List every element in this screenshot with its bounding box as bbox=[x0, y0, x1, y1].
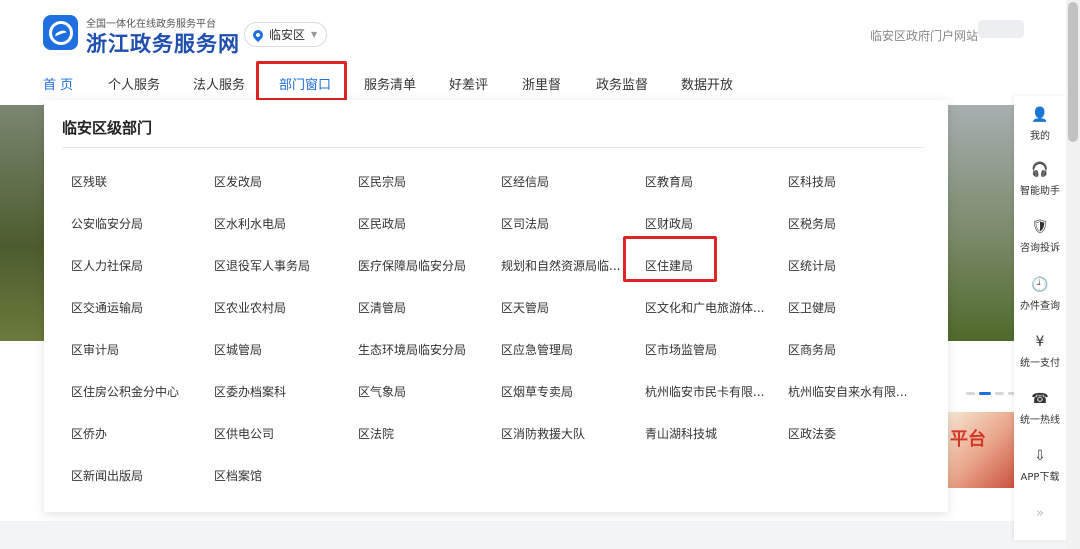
phone-icon: ☎ bbox=[1031, 391, 1049, 407]
dept-link[interactable]: 区供电公司 bbox=[214, 425, 334, 442]
toolbar-item[interactable]: ¥ 统一支付 bbox=[1014, 333, 1066, 369]
divider bbox=[62, 147, 924, 148]
dept-link[interactable]: 杭州临安自来水有限... bbox=[788, 383, 908, 400]
toolbar-item[interactable]: 👤 我的 bbox=[1014, 106, 1066, 142]
scroll-thumb[interactable] bbox=[1068, 2, 1078, 142]
toolbar-item-label: 我的 bbox=[1030, 131, 1050, 142]
download-icon: ⇩ bbox=[1034, 448, 1046, 464]
dept-link[interactable]: 区司法局 bbox=[501, 215, 621, 232]
dept-link[interactable]: 区天管局 bbox=[501, 299, 621, 316]
carousel-dot-active[interactable] bbox=[979, 392, 991, 395]
nav-gov-supervision[interactable]: 政务监督 bbox=[596, 74, 648, 93]
main-nav: 首 页 个人服务 法人服务 部门窗口 服务清单 好差评 浙里督 政务监督 数据开… bbox=[0, 74, 1066, 94]
promo-banner-text: 平台 bbox=[950, 429, 986, 450]
toolbar-item-label: APP下载 bbox=[1020, 472, 1060, 483]
dept-link[interactable]: 区侨办 bbox=[71, 425, 191, 442]
dept-link[interactable]: 区农业农村局 bbox=[214, 299, 334, 316]
dept-link[interactable]: 区财政局 bbox=[645, 215, 765, 232]
dept-link[interactable]: 区政法委 bbox=[788, 425, 908, 442]
dept-link[interactable]: 区统计局 bbox=[788, 257, 908, 274]
portal-link[interactable]: 临安区政府门户网站 bbox=[870, 27, 978, 44]
nav-legal-service[interactable]: 法人服务 bbox=[193, 74, 245, 93]
toolbar-item[interactable]: 🛡 咨询投诉 bbox=[1014, 218, 1066, 254]
panel-title: 临安区级部门 bbox=[62, 119, 153, 137]
dept-dropdown-panel: 临安区级部门 区残联 区发改局 区民宗局 区经信局 区教育局 区科技局公安临安分局 区水利水… bbox=[44, 100, 948, 512]
location-pin-icon bbox=[250, 27, 266, 42]
dept-link[interactable]: 区市场监管局 bbox=[645, 341, 765, 358]
highlight-box-nav bbox=[256, 61, 347, 101]
toolbar-item-label: 咨询投诉 bbox=[1020, 243, 1060, 254]
carousel-dots[interactable] bbox=[966, 392, 1017, 395]
clock-icon: 🕘 bbox=[1031, 277, 1049, 293]
site-logo-icon[interactable] bbox=[43, 15, 78, 50]
toolbar-item-label: 统一支付 bbox=[1020, 358, 1060, 369]
dept-link[interactable]: 区发改局 bbox=[214, 173, 334, 190]
dept-link[interactable]: 医疗保障局临安分局 bbox=[358, 257, 478, 274]
right-toolbar: 👤 我的 🎧 智能助手 🛡 咨询投诉 🕘 办件查询 ¥ 统一支付 ☎ 统一热线 ⇩ APP下载 » bbox=[1014, 96, 1066, 540]
toolbar-item[interactable]: 🕘 办件查询 bbox=[1014, 276, 1066, 312]
headset-icon: 🎧 bbox=[1031, 162, 1049, 178]
dept-link[interactable]: 公安临安分局 bbox=[71, 215, 191, 232]
site-header: 全国一体化在线政务服务平台 浙江政务服务网 临安区 ▼ 临安区政府门户网站 首 … bbox=[0, 0, 1066, 105]
dept-link[interactable]: 区民宗局 bbox=[358, 173, 478, 190]
caret-down-icon: ▼ bbox=[311, 30, 318, 39]
site-title[interactable]: 浙江政务服务网 bbox=[86, 28, 240, 58]
scrollbar[interactable] bbox=[1066, 0, 1080, 549]
dept-link[interactable]: 区人力社保局 bbox=[71, 257, 191, 274]
dept-link[interactable]: 区住房公积金分中心 bbox=[71, 383, 191, 400]
dept-link[interactable]: 区文化和广电旅游体... bbox=[645, 299, 765, 316]
dept-link[interactable]: 区交通运输局 bbox=[71, 299, 191, 316]
hero-left-image bbox=[0, 105, 44, 341]
region-label: 临安区 bbox=[269, 28, 306, 42]
toolbar-item-label: 智能助手 bbox=[1020, 186, 1060, 197]
dept-link[interactable]: 区烟草专卖局 bbox=[501, 383, 621, 400]
region-selector[interactable]: 临安区 ▼ bbox=[244, 22, 327, 47]
dept-link[interactable]: 区科技局 bbox=[788, 173, 908, 190]
dept-link[interactable]: 区消防救援大队 bbox=[501, 425, 621, 442]
nav-open-data[interactable]: 数据开放 bbox=[681, 74, 733, 93]
dept-link[interactable]: 区税务局 bbox=[788, 215, 908, 232]
dept-link[interactable]: 规划和自然资源局临... bbox=[501, 257, 621, 274]
nav-service-list[interactable]: 服务清单 bbox=[364, 74, 416, 93]
nav-rating[interactable]: 好差评 bbox=[449, 74, 488, 93]
shield-icon: 🛡 bbox=[1031, 219, 1049, 235]
toolbar-item-label: 统一热线 bbox=[1020, 415, 1060, 426]
dept-link[interactable]: 青山湖科技城 bbox=[645, 425, 765, 442]
toolbar-item-label: 办件查询 bbox=[1020, 301, 1060, 312]
dept-link[interactable]: 区卫健局 bbox=[788, 299, 908, 316]
toolbar-item[interactable]: ⇩ APP下载 bbox=[1014, 447, 1066, 483]
dept-link[interactable]: 区档案馆 bbox=[214, 467, 334, 484]
user-icon: 👤 bbox=[1031, 107, 1049, 123]
highlight-box-dept bbox=[623, 236, 717, 282]
nav-zheli-du[interactable]: 浙里督 bbox=[522, 74, 561, 93]
dept-link[interactable]: 区清管局 bbox=[358, 299, 478, 316]
dept-link[interactable]: 区经信局 bbox=[501, 173, 621, 190]
blurred-user-area bbox=[978, 20, 1024, 38]
dept-link[interactable]: 杭州临安市民卡有限... bbox=[645, 383, 765, 400]
dept-link[interactable]: 区退役军人事务局 bbox=[214, 257, 334, 274]
dept-link[interactable]: 区新闻出版局 bbox=[71, 467, 191, 484]
dept-link[interactable]: 区教育局 bbox=[645, 173, 765, 190]
dept-link[interactable]: 区商务局 bbox=[788, 341, 908, 358]
nav-home[interactable]: 首 页 bbox=[43, 74, 73, 93]
nav-personal-service[interactable]: 个人服务 bbox=[108, 74, 160, 93]
toolbar-item[interactable]: ☎ 统一热线 bbox=[1014, 390, 1066, 426]
carousel-dot[interactable] bbox=[995, 392, 1004, 395]
dept-link[interactable]: 区审计局 bbox=[71, 341, 191, 358]
dept-link[interactable]: 区城管局 bbox=[214, 341, 334, 358]
carousel-dot[interactable] bbox=[966, 392, 975, 395]
dept-link[interactable]: 生态环境局临安分局 bbox=[358, 341, 478, 358]
yen-icon: ¥ bbox=[1035, 334, 1045, 350]
dept-link[interactable]: 区气象局 bbox=[358, 383, 478, 400]
dept-link[interactable]: 区残联 bbox=[71, 173, 191, 190]
dept-link[interactable]: 区民政局 bbox=[358, 215, 478, 232]
dept-link[interactable]: 区法院 bbox=[358, 425, 478, 442]
dept-link[interactable]: 区水利水电局 bbox=[214, 215, 334, 232]
expand-chevron-icon[interactable]: » bbox=[1014, 506, 1066, 521]
toolbar-item[interactable]: 🎧 智能助手 bbox=[1014, 161, 1066, 197]
dept-link[interactable]: 区应急管理局 bbox=[501, 341, 621, 358]
dept-link[interactable]: 区委办档案科 bbox=[214, 383, 334, 400]
